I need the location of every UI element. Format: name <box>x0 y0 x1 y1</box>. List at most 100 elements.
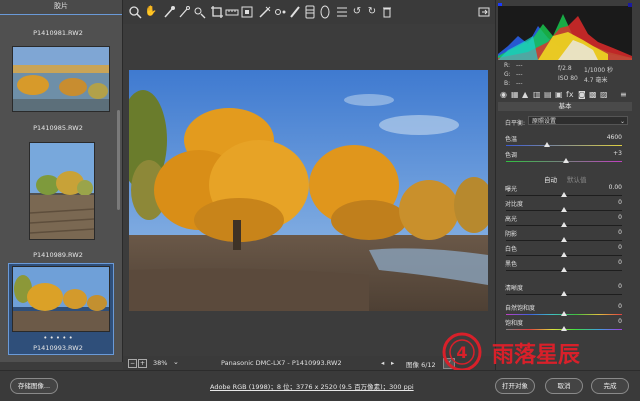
r-label: R: <box>504 62 511 69</box>
done-button[interactable]: 完成 <box>591 378 629 394</box>
image-title: Panasonic DMC-LX7 - P1410993.RW2 <box>221 359 342 367</box>
rating-stars[interactable]: • • • • • <box>0 334 116 342</box>
slider-value[interactable]: 4600 <box>607 134 622 141</box>
slider-temperature[interactable]: 色温 4600 <box>500 134 628 148</box>
zoom-level[interactable]: 38% <box>153 359 167 367</box>
slider-value[interactable]: 0 <box>618 229 622 236</box>
workflow-options-link[interactable]: Adobe RGB (1998)；8 位；3776 x 2520 (9.5 百万… <box>210 381 414 391</box>
tab-presets-icon[interactable]: ▩ <box>589 90 597 99</box>
camera-info: R: --- G: --- B: --- f/2.8 1/1000 秒 ISO … <box>498 62 632 88</box>
slider-value[interactable]: 0 <box>618 283 622 290</box>
slider-handle[interactable] <box>561 252 567 257</box>
preview-image[interactable] <box>129 70 488 311</box>
panel-menu-icon[interactable]: ≡ <box>620 90 627 99</box>
slider-value[interactable]: 0 <box>618 259 622 266</box>
color-sampler-icon[interactable] <box>177 5 191 19</box>
b-label: B: <box>504 80 511 87</box>
rotate-right-icon[interactable]: ↻ <box>365 5 379 19</box>
thumbnail-image <box>30 143 94 239</box>
thumbnail-image <box>13 267 109 331</box>
tab-basic-icon[interactable]: ◉ <box>500 90 507 99</box>
spot-removal-icon[interactable] <box>258 5 272 19</box>
prev-image-icon[interactable]: ◂ <box>381 359 384 367</box>
slider-value[interactable]: +3 <box>613 150 622 157</box>
thumbnail-p1410985[interactable] <box>12 46 110 112</box>
tab-snapshots-icon[interactable]: ▨ <box>600 90 608 99</box>
slider-blacks[interactable]: 黑色 0 <box>500 259 628 273</box>
slider-handle[interactable] <box>561 267 567 272</box>
filmstrip-scrollbar[interactable] <box>117 110 120 210</box>
graduated-filter-icon[interactable] <box>303 5 317 19</box>
watermark: 4 雨落星辰 <box>440 330 640 374</box>
slider-value[interactable]: 0 <box>618 244 622 251</box>
zoom-icon[interactable] <box>128 5 142 19</box>
slider-value[interactable]: 0 <box>618 214 622 221</box>
tab-tone-curve-icon[interactable]: ▦ <box>511 90 519 99</box>
zoom-out-button[interactable]: − <box>128 359 137 368</box>
slider-handle[interactable] <box>561 222 567 227</box>
rotate-left-icon[interactable]: ↺ <box>350 5 364 19</box>
hand-icon[interactable]: ✋ <box>144 5 158 19</box>
slider-value[interactable]: 0 <box>618 318 622 325</box>
next-image-icon[interactable]: ▸ <box>391 359 394 367</box>
slider-handle[interactable] <box>561 291 567 296</box>
auto-button[interactable]: 自动 <box>544 174 557 184</box>
slider-value[interactable]: 0 <box>618 303 622 310</box>
thumbnail-p1410989[interactable] <box>29 142 95 240</box>
tab-detail-icon[interactable]: ▲ <box>522 90 528 99</box>
radial-filter-icon[interactable] <box>318 5 332 19</box>
crop-icon[interactable] <box>210 5 224 19</box>
slider-handle[interactable] <box>561 237 567 242</box>
thumbnail-image <box>13 47 109 111</box>
trash-icon[interactable] <box>380 5 394 19</box>
slider-highlights[interactable]: 高光 0 <box>500 214 628 228</box>
slider-exposure[interactable]: 曝光 0.00 <box>500 184 628 198</box>
slider-label: 清晰度 <box>505 285 524 292</box>
tab-hsl-icon[interactable]: ▥ <box>533 90 541 99</box>
white-balance-select[interactable]: 原照设置 ⌄ <box>528 116 628 125</box>
slider-track[interactable] <box>506 145 622 146</box>
slider-vibrance[interactable]: 自然饱和度 0 <box>500 303 628 317</box>
slider-handle[interactable] <box>563 158 570 163</box>
highlight-clip-indicator-icon[interactable] <box>628 3 632 7</box>
slider-clarity[interactable]: 清晰度 0 <box>500 283 628 297</box>
slider-value[interactable]: 0 <box>618 199 622 206</box>
white-balance-icon[interactable] <box>162 5 176 19</box>
slider-contrast[interactable]: 对比度 0 <box>500 199 628 213</box>
tab-effects-icon[interactable]: fx <box>566 90 574 99</box>
fullscreen-icon[interactable] <box>477 5 491 19</box>
panel-tabs: ◉ ▦ ▲ ▥ ▤ ▣ fx ◙ ▩ ▨ ≡ <box>498 90 632 100</box>
zoom-dropdown-icon[interactable]: ⌄ <box>173 358 179 366</box>
straighten-icon[interactable] <box>225 5 239 19</box>
slider-handle[interactable] <box>561 207 567 212</box>
open-object-button[interactable]: 打开对象 <box>495 378 535 394</box>
redeye-icon[interactable] <box>273 5 287 19</box>
slider-value[interactable]: 0.00 <box>609 184 622 191</box>
tab-camera-calibration-icon[interactable]: ◙ <box>578 90 586 99</box>
aperture-value: f/2.8 <box>558 65 572 72</box>
slider-handle[interactable] <box>561 192 567 197</box>
white-balance-value: 原照设置 <box>532 118 557 125</box>
tab-lens-icon[interactable]: ▣ <box>555 90 563 99</box>
slider-tint[interactable]: 色调 +3 <box>500 150 628 164</box>
panel-title: 基本 <box>498 102 632 111</box>
toolbar: ✋ ↺ ↻ <box>123 0 495 24</box>
focal-value: 4.7 毫米 <box>584 77 608 84</box>
transform-icon[interactable] <box>240 5 254 19</box>
slider-whites[interactable]: 白色 0 <box>500 244 628 258</box>
tab-split-toning-icon[interactable]: ▤ <box>544 90 552 99</box>
default-button[interactable]: 默认值 <box>567 174 587 184</box>
slider-shadows[interactable]: 阴影 0 <box>500 229 628 243</box>
cancel-button[interactable]: 取消 <box>545 378 583 394</box>
save-image-button[interactable]: 存储图像... <box>10 378 58 394</box>
zoom-in-button[interactable]: + <box>138 359 147 368</box>
watermark-logo: 4 雨落星辰 <box>442 332 580 372</box>
thumbnail-p1410993[interactable] <box>12 266 110 332</box>
bottom-bar: 存储图像... Adobe RGB (1998)；8 位；3776 x 2520… <box>0 370 640 401</box>
list-icon[interactable] <box>335 5 349 19</box>
brush-icon[interactable] <box>288 5 302 19</box>
slider-label: 阴影 <box>505 231 518 238</box>
slider-handle[interactable] <box>561 311 567 316</box>
slider-handle[interactable] <box>543 142 550 147</box>
target-adjust-icon[interactable] <box>192 5 206 19</box>
